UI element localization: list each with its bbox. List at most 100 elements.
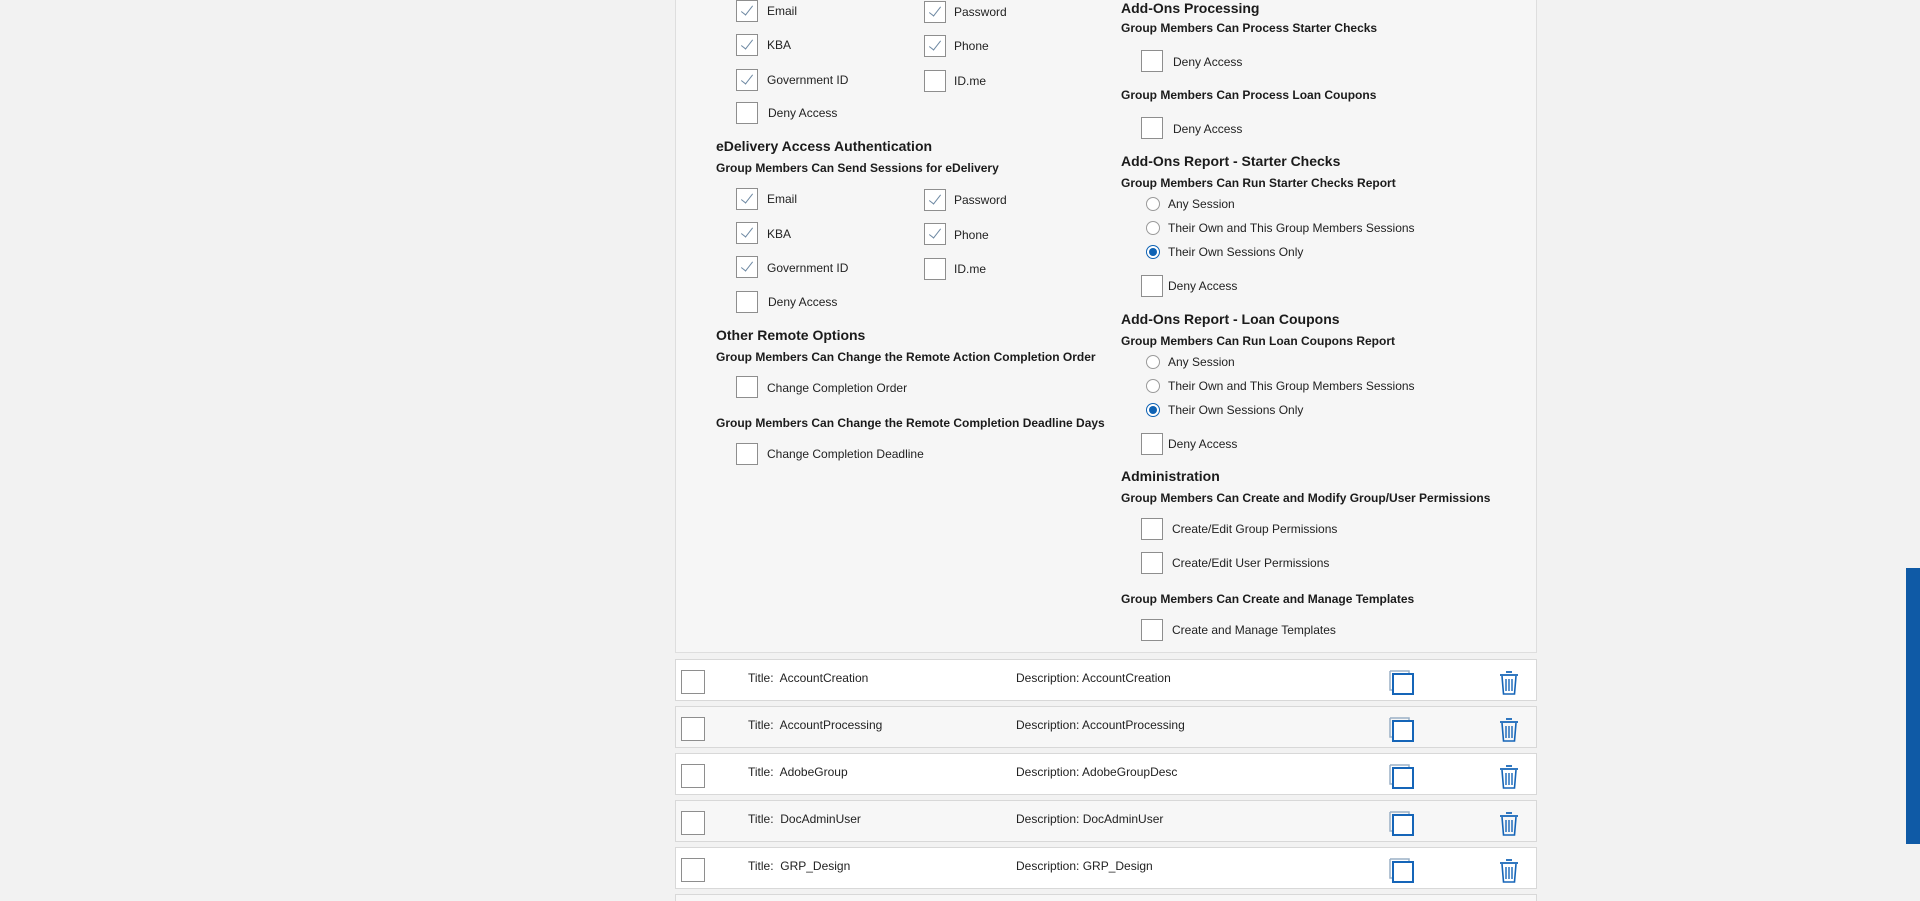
loan-own-and-group-radio[interactable] (1146, 379, 1160, 393)
loan-own-only-radio[interactable] (1146, 403, 1160, 417)
manage-templates-checkbox[interactable] (1141, 619, 1163, 641)
edelivery-title: eDelivery Access Authentication (716, 138, 933, 154)
trash-icon[interactable] (1498, 858, 1520, 884)
edelivery-deny-access-label: Deny Access (768, 295, 838, 309)
copy-icon[interactable] (1388, 716, 1415, 743)
row-select-checkbox[interactable] (681, 670, 705, 694)
starter-report-deny-checkbox[interactable] (1141, 275, 1163, 297)
row-title: Title: DocAdminUser (748, 812, 861, 826)
loan-own-only-label: Their Own Sessions Only (1168, 403, 1304, 417)
row-title: Title: AccountCreation (748, 671, 869, 685)
idme-label: ID.me (954, 74, 987, 88)
idme-checkbox[interactable] (924, 70, 946, 92)
table-row[interactable]: Title: AccountCreation Description: Acco… (675, 659, 1537, 701)
edelivery-idme-checkbox[interactable] (924, 258, 946, 280)
copy-icon[interactable] (1388, 810, 1415, 837)
row-title: Title: AdobeGroup (748, 765, 848, 779)
deny-access-checkbox[interactable] (736, 102, 758, 124)
trash-icon[interactable] (1498, 811, 1520, 837)
table-row[interactable]: Title: GRP_Design Description: GRP_Desig… (675, 847, 1537, 889)
change-completion-order-label: Change Completion Order (767, 381, 908, 395)
trash-icon[interactable] (1498, 717, 1520, 743)
completion-order-subtitle: Group Members Can Change the Remote Acti… (716, 350, 1096, 364)
row-title: Title: GRP_Design (748, 859, 851, 873)
row-title: Title: AccountProcessing (748, 718, 883, 732)
government-id-checkbox[interactable] (736, 69, 758, 91)
edelivery-email-label: Email (767, 192, 798, 206)
edit-user-permissions-checkbox[interactable] (1141, 552, 1163, 574)
edelivery-password-checkbox[interactable] (924, 189, 946, 211)
starter-any-session-radio[interactable] (1146, 197, 1160, 211)
row-select-checkbox[interactable] (681, 811, 705, 835)
edelivery-idme-label: ID.me (954, 262, 987, 276)
trash-icon[interactable] (1498, 670, 1520, 696)
change-completion-deadline-checkbox[interactable] (736, 443, 758, 465)
edelivery-phone-checkbox[interactable] (924, 223, 946, 245)
edelivery-kba-label: KBA (767, 227, 792, 241)
loan-coupons-deny-checkbox[interactable] (1141, 117, 1163, 139)
password-checkbox[interactable] (924, 1, 946, 23)
edelivery-kba-checkbox[interactable] (736, 222, 758, 244)
copy-icon[interactable] (1388, 763, 1415, 790)
report-starter-checks-subtitle: Group Members Can Run Starter Checks Rep… (1121, 176, 1396, 190)
email-checkbox[interactable] (736, 0, 758, 22)
starter-checks-deny-checkbox[interactable] (1141, 50, 1163, 72)
kba-label: KBA (767, 38, 792, 52)
starter-own-and-group-label: Their Own and This Group Members Session… (1168, 221, 1415, 235)
phone-checkbox[interactable] (924, 35, 946, 57)
starter-own-and-group-radio[interactable] (1146, 221, 1160, 235)
starter-checks-deny-label: Deny Access (1173, 55, 1243, 69)
loan-own-and-group-label: Their Own and This Group Members Session… (1168, 379, 1415, 393)
copy-icon[interactable] (1388, 669, 1415, 696)
row-select-checkbox[interactable] (681, 858, 705, 882)
row-select-checkbox[interactable] (681, 717, 705, 741)
process-starter-checks-subtitle: Group Members Can Process Starter Checks (1121, 21, 1378, 35)
edelivery-government-id-checkbox[interactable] (736, 256, 758, 278)
addons-processing-title: Add-Ons Processing (1121, 0, 1260, 16)
table-row[interactable]: Title: DocAdminUser Description: DocAdmi… (675, 800, 1537, 842)
loan-coupons-deny-label: Deny Access (1173, 122, 1243, 136)
edelivery-email-checkbox[interactable] (736, 188, 758, 210)
phone-label: Phone (954, 39, 989, 53)
scrollbar-thumb[interactable] (1906, 568, 1920, 844)
loan-report-deny-label: Deny Access (1168, 437, 1238, 451)
table-row[interactable]: Title: AdobeGroup Description: AdobeGrou… (675, 753, 1537, 795)
row-select-checkbox[interactable] (681, 764, 705, 788)
trash-icon[interactable] (1498, 764, 1520, 790)
row-description: Description: AdobeGroupDesc (1016, 765, 1178, 779)
loan-report-deny-checkbox[interactable] (1141, 433, 1163, 455)
administration-subtitle: Group Members Can Create and Modify Grou… (1121, 491, 1491, 505)
loan-any-session-label: Any Session (1168, 355, 1235, 369)
edit-user-permissions-label: Create/Edit User Permissions (1172, 556, 1330, 570)
change-completion-deadline-label: Change Completion Deadline (767, 447, 924, 461)
templates-subtitle: Group Members Can Create and Manage Temp… (1121, 592, 1415, 606)
email-label: Email (767, 4, 798, 18)
edit-group-permissions-label: Create/Edit Group Permissions (1172, 522, 1338, 536)
process-loan-coupons-subtitle: Group Members Can Process Loan Coupons (1121, 88, 1377, 102)
change-completion-order-checkbox[interactable] (736, 376, 758, 398)
report-starter-checks-title: Add-Ons Report - Starter Checks (1121, 153, 1341, 169)
row-description: Description: AccountCreation (1016, 671, 1171, 685)
edit-group-permissions-checkbox[interactable] (1141, 518, 1163, 540)
edelivery-government-id-label: Government ID (767, 261, 849, 275)
edelivery-phone-label: Phone (954, 228, 989, 242)
starter-own-only-label: Their Own Sessions Only (1168, 245, 1304, 259)
starter-any-session-label: Any Session (1168, 197, 1235, 211)
row-description: Description: DocAdminUser (1016, 812, 1164, 826)
kba-checkbox[interactable] (736, 34, 758, 56)
edelivery-deny-access-checkbox[interactable] (736, 291, 758, 313)
administration-title: Administration (1121, 468, 1220, 484)
edelivery-password-label: Password (954, 193, 1007, 207)
report-loan-coupons-subtitle: Group Members Can Run Loan Coupons Repor… (1121, 334, 1396, 348)
row-description: Description: GRP_Design (1016, 859, 1153, 873)
table-row-partial (675, 894, 1537, 901)
copy-icon[interactable] (1388, 857, 1415, 884)
table-row[interactable]: Title: AccountProcessing Description: Ac… (675, 706, 1537, 748)
report-loan-coupons-title: Add-Ons Report - Loan Coupons (1121, 311, 1340, 327)
edelivery-subtitle: Group Members Can Send Sessions for eDel… (716, 161, 999, 175)
government-id-label: Government ID (767, 73, 849, 87)
row-description: Description: AccountProcessing (1016, 718, 1185, 732)
manage-templates-label: Create and Manage Templates (1172, 623, 1336, 637)
loan-any-session-radio[interactable] (1146, 355, 1160, 369)
starter-own-only-radio[interactable] (1146, 245, 1160, 259)
